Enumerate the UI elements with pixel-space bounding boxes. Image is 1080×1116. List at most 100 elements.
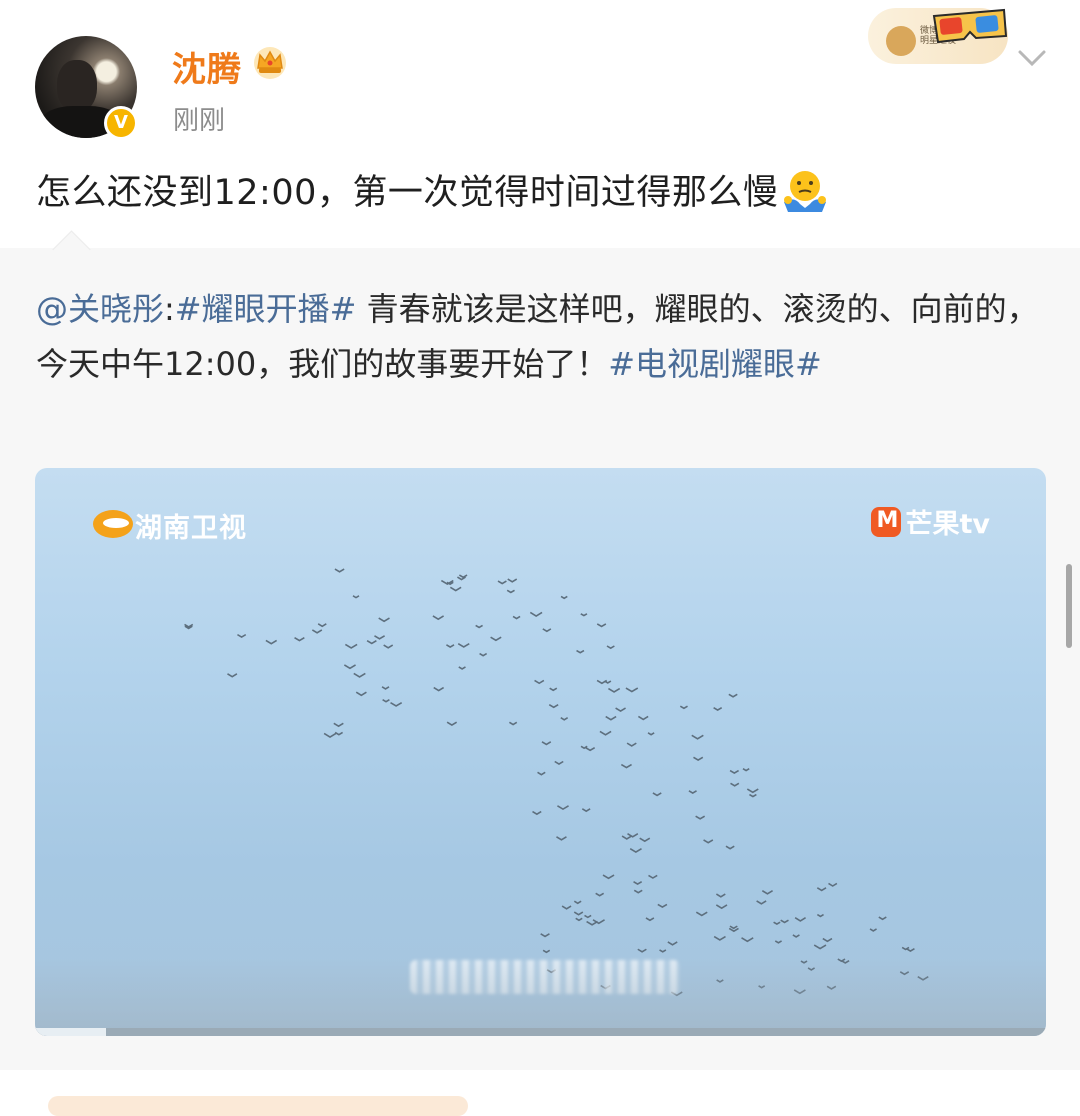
bird-mark: [382, 699, 390, 703]
bird-mark: [475, 624, 483, 629]
bird-mark: [729, 769, 740, 774]
bird-mark: [355, 691, 367, 697]
bird-mark: [639, 837, 651, 843]
username[interactable]: 沈腾: [172, 42, 242, 91]
bird-mark: [688, 790, 697, 794]
bird-mark: [537, 771, 546, 776]
bird-mark: [633, 880, 643, 886]
bird-mark: [540, 933, 550, 938]
bird-mark: [822, 937, 833, 943]
bird-mark: [816, 913, 824, 918]
bird-mark: [508, 721, 518, 726]
bird-mark: [620, 763, 632, 769]
bird-mark: [595, 892, 605, 897]
bird-mark: [813, 944, 827, 950]
bird-mark: [604, 680, 612, 684]
post-text-content: 怎么还没到12:00，第一次觉得时间过得那么慢: [36, 173, 779, 213]
bird-mark: [645, 917, 655, 922]
bird-mark: [432, 615, 445, 621]
bird-mark: [730, 782, 740, 787]
bird-mark: [648, 874, 658, 879]
hunan-tv-logo-text: 湖南卫视: [135, 513, 247, 544]
bird-mark: [761, 890, 773, 895]
bird-mark: [344, 643, 358, 649]
bird-mark: [599, 730, 612, 736]
crown-icon: [254, 47, 286, 79]
bird-mark: [659, 949, 667, 953]
scrollbar-thumb[interactable]: [1066, 564, 1072, 648]
bird-mark: [479, 652, 488, 657]
mango-tv-logo-text: 芒果tv: [905, 509, 990, 540]
bird-mark: [828, 882, 838, 887]
bird-mark: [237, 633, 247, 639]
bird-mark: [581, 808, 591, 813]
mention-separator: :: [164, 290, 175, 328]
bird-mark: [458, 574, 468, 579]
bird-mark: [548, 704, 559, 709]
post-timestamp: 刚刚: [173, 106, 226, 136]
avatar-face: [57, 60, 97, 112]
bird-mark: [742, 768, 750, 772]
bird-mark: [725, 845, 735, 850]
bird-mark: [573, 911, 584, 916]
bird-mark: [458, 666, 466, 670]
post-header: V 沈腾 刚刚 微博 营销 明星之夜: [0, 0, 1080, 160]
bird-mark: [679, 705, 688, 710]
bird-mark: [608, 687, 621, 693]
birds-flock: [184, 568, 929, 997]
bird-mark: [549, 687, 558, 692]
bird-mark: [366, 639, 377, 645]
bird-mark: [773, 921, 781, 926]
mango-tv-logo: 芒果tv: [871, 502, 990, 540]
bird-mark: [792, 934, 800, 938]
bird-mark: [457, 576, 466, 581]
bird-mark: [352, 595, 360, 599]
bird-mark: [383, 644, 394, 649]
bird-mark: [323, 732, 337, 738]
bird-mark: [556, 836, 567, 841]
bird-mark: [695, 815, 706, 820]
bird-mark: [449, 586, 462, 592]
bird-mark: [715, 893, 726, 898]
bird-mark: [585, 746, 596, 752]
hunan-tv-logo-icon: [93, 510, 133, 538]
bird-mark: [542, 949, 551, 954]
video-player[interactable]: 湖南卫视 芒果tv: [35, 468, 1046, 1036]
bird-mark: [652, 792, 662, 797]
bird-mark: [741, 937, 754, 943]
bird-mark: [497, 580, 507, 585]
bird-mark: [343, 664, 356, 670]
bird-mark: [615, 707, 626, 713]
bird-mark: [390, 701, 403, 707]
bird-mark: [627, 833, 639, 838]
bird-mark: [265, 639, 278, 645]
chevron-down-icon[interactable]: [1016, 46, 1048, 70]
bird-mark: [746, 788, 759, 794]
bird-mark: [557, 805, 569, 811]
repost-text: @关晓彤:#耀眼开播# 青春就该是这样吧，耀眼的、滚烫的、向前的，今天中午12:…: [36, 282, 1046, 392]
video-progress-bar[interactable]: [35, 1028, 1046, 1036]
bird-mark: [560, 717, 569, 721]
bird-mark: [512, 615, 521, 620]
bird-mark: [311, 629, 323, 634]
bird-mark: [334, 568, 345, 573]
topic-link-kaibo[interactable]: #耀眼开播#: [175, 290, 357, 328]
bird-mark: [457, 642, 470, 648]
bird-mark: [629, 847, 642, 854]
bird-mark: [602, 874, 615, 880]
bird-mark: [542, 628, 552, 633]
bird-mark: [606, 645, 615, 650]
bird-mark: [541, 741, 552, 746]
bird-mark: [580, 613, 588, 617]
bird-mark: [561, 905, 572, 910]
bird-mark: [378, 617, 390, 623]
mention-link[interactable]: @关晓彤: [36, 290, 164, 328]
bird-mark: [317, 623, 327, 628]
topic-link-yaoyan[interactable]: #电视剧耀眼#: [608, 345, 822, 383]
3d-glasses-icon: [932, 8, 1008, 44]
bird-mark: [584, 914, 592, 919]
bird-mark: [729, 925, 738, 930]
bird-mark: [693, 756, 704, 762]
bird-mark: [780, 919, 789, 924]
mango-tv-logo-icon: [871, 506, 902, 537]
